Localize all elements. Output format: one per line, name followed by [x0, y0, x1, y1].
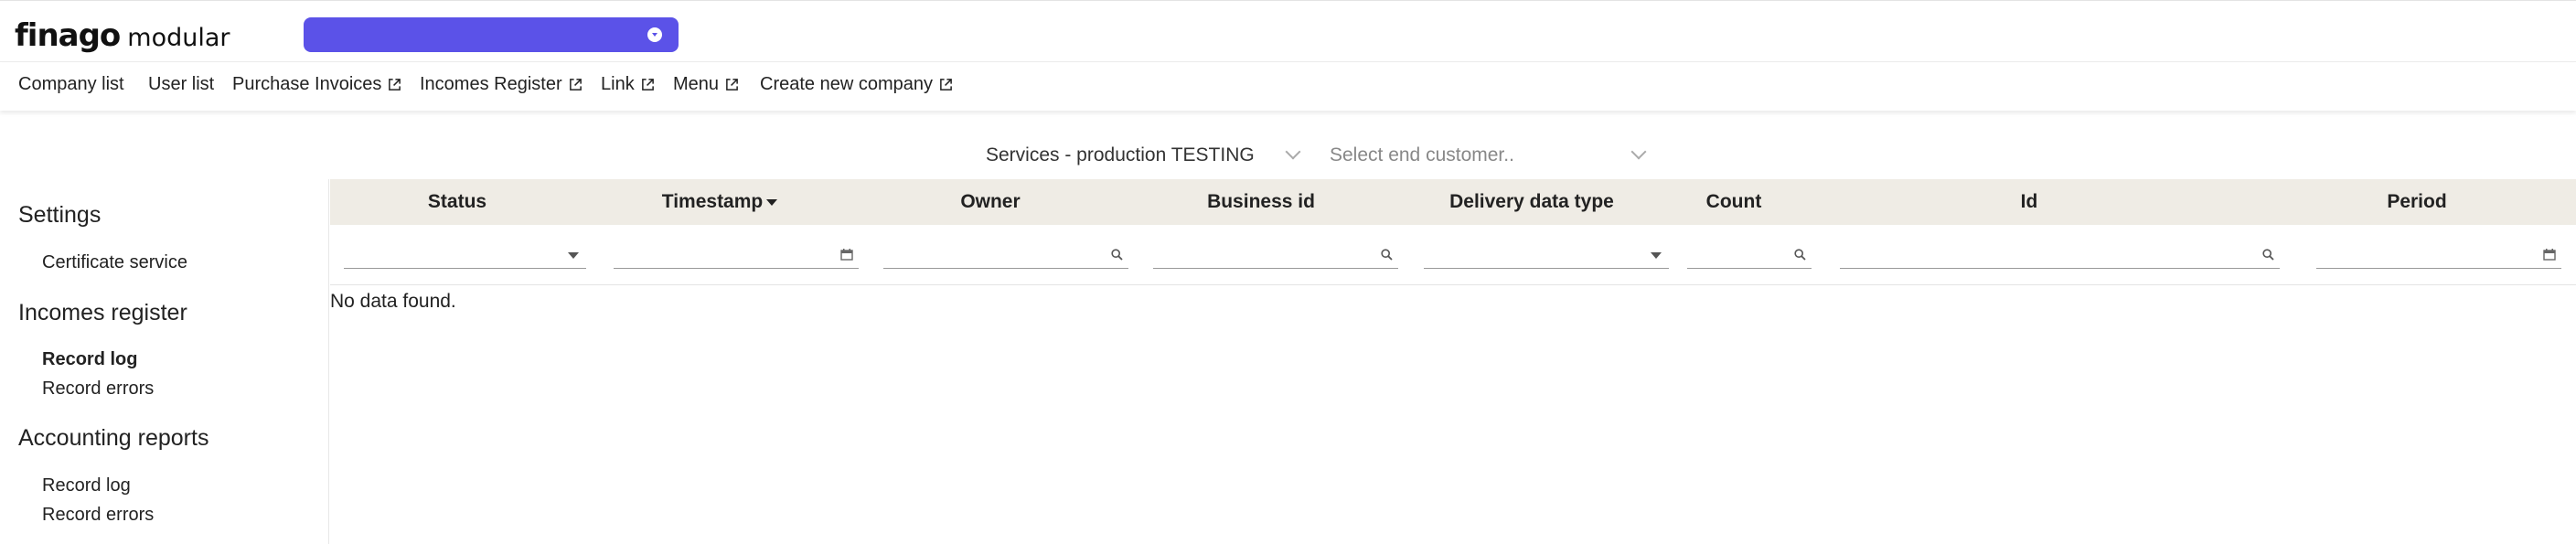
nav-link[interactable]: Link [601, 74, 655, 95]
sidebar-item-certificate-service[interactable]: Certificate service [42, 252, 187, 273]
sidebar-item-incomes-record-errors[interactable]: Record errors [42, 379, 154, 400]
search-icon [1111, 249, 1123, 261]
end-customer-select[interactable]: Select end customer.. [1322, 141, 1651, 174]
column-header-status[interactable]: Status [330, 179, 584, 225]
external-link-icon [389, 79, 401, 91]
delivery-data-type-filter-select[interactable] [1424, 240, 1669, 269]
owner-filter-input[interactable] [883, 240, 1128, 269]
nav-label: Incomes Register [420, 74, 562, 94]
grid-filter-row [330, 225, 2576, 285]
sidebar-section-settings: Settings [18, 202, 102, 228]
nav-label: Link [601, 74, 635, 94]
nav-menu[interactable]: Menu [673, 74, 739, 95]
id-filter-input[interactable] [1840, 240, 2280, 269]
column-header-timestamp[interactable]: Timestamp [584, 179, 855, 225]
nav-company-list[interactable]: Company list [18, 74, 124, 95]
logo-sub: modular [127, 24, 230, 52]
chevron-down-circle-icon [647, 27, 662, 42]
period-filter-input[interactable] [2316, 240, 2561, 269]
sidebar-item-accounting-record-errors[interactable]: Record errors [42, 505, 154, 526]
nav-label: Menu [673, 74, 720, 94]
search-icon [2262, 249, 2274, 261]
external-link-icon [641, 79, 654, 91]
search-icon [1794, 249, 1806, 261]
sidebar: Settings Certificate service Incomes reg… [0, 179, 329, 544]
environment-select[interactable] [304, 17, 679, 52]
sidebar-section-incomes-register: Incomes register [18, 300, 187, 325]
empty-state-text: No data found. [330, 291, 456, 312]
logo-main: finago [15, 17, 121, 54]
status-filter-select[interactable] [344, 240, 586, 269]
calendar-icon [840, 249, 853, 261]
external-link-icon [569, 79, 582, 91]
nav-create-new-company[interactable]: Create new company [760, 74, 953, 95]
sidebar-item-accounting-record-log[interactable]: Record log [42, 475, 131, 496]
business-id-filter-input[interactable] [1153, 240, 1398, 269]
chevron-down-icon [1285, 144, 1301, 160]
service-select-value: Services - production TESTING [986, 144, 1255, 165]
service-select[interactable]: Services - production TESTING [969, 141, 1311, 174]
nav-label: Create new company [760, 74, 933, 94]
column-header-count[interactable]: Count [1667, 179, 1801, 225]
record-log-grid: Status Timestamp Owner Business id Deliv… [330, 179, 2576, 544]
caret-down-icon [1651, 252, 1662, 259]
end-customer-placeholder: Select end customer.. [1330, 144, 1514, 165]
timestamp-filter-input[interactable] [614, 240, 859, 269]
grid-header: Status Timestamp Owner Business id Deliv… [330, 179, 2576, 225]
app-logo[interactable]: finago modular [15, 17, 230, 54]
search-icon [1381, 249, 1393, 261]
nav-incomes-register[interactable]: Incomes Register [420, 74, 583, 95]
column-header-owner[interactable]: Owner [855, 179, 1126, 225]
nav-label: User list [148, 74, 215, 94]
column-header-id[interactable]: Id [1801, 179, 2258, 225]
calendar-icon [2543, 249, 2556, 261]
nav-purchase-invoices[interactable]: Purchase Invoices [232, 74, 401, 95]
external-link-icon [726, 79, 738, 91]
count-filter-input[interactable] [1687, 240, 1812, 269]
top-bar: finago modular [0, 0, 2576, 62]
chevron-down-icon [1630, 144, 1647, 160]
main-nav: Company list User list Purchase Invoices… [0, 63, 2576, 111]
nav-label: Purchase Invoices [232, 74, 382, 94]
column-header-business-id[interactable]: Business id [1126, 179, 1396, 225]
column-header-delivery-data-type[interactable]: Delivery data type [1396, 179, 1667, 225]
external-link-icon [940, 79, 952, 91]
sidebar-section-accounting-reports: Accounting reports [18, 425, 209, 451]
caret-down-icon [568, 252, 579, 259]
nav-label: Company list [18, 74, 124, 94]
column-header-period[interactable]: Period [2258, 179, 2576, 225]
sort-descending-icon [766, 198, 778, 206]
nav-user-list[interactable]: User list [148, 74, 214, 95]
sidebar-item-incomes-record-log[interactable]: Record log [42, 349, 137, 370]
